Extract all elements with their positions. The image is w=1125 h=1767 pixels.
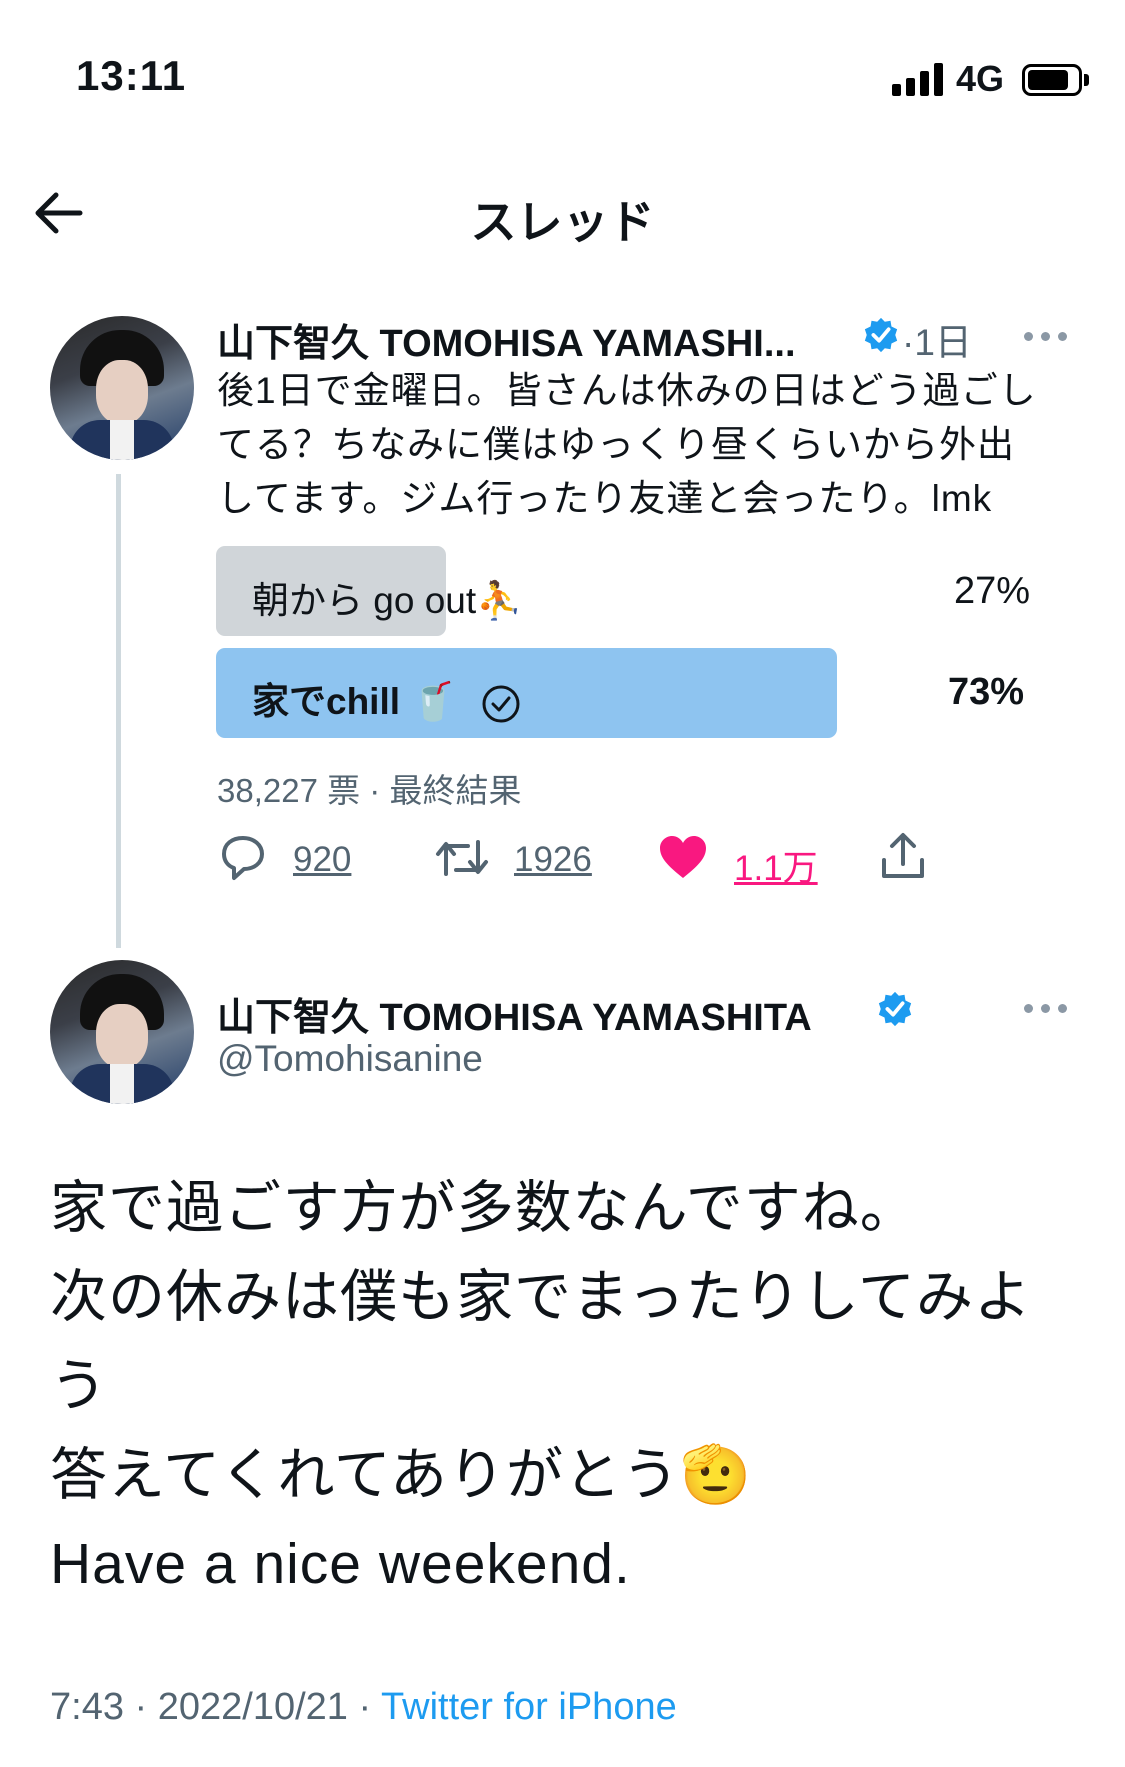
battery-icon bbox=[1022, 64, 1082, 96]
network-label: 4G bbox=[956, 58, 1005, 99]
tweet-text-line: 後1日で金曜日。皆さんは休みの日はどう過ごし bbox=[217, 370, 1037, 411]
author-name[interactable]: 山下智久 TOMOHISA YAMASHI... bbox=[217, 312, 796, 367]
tweet-text: 後1日で金曜日。皆さんは休みの日はどう過ごし てる？ちなみに僕はゆっくり昼くらい… bbox=[217, 364, 1067, 526]
retweet-count[interactable]: 1926 bbox=[514, 840, 592, 880]
avatar[interactable] bbox=[50, 960, 194, 1104]
poll-option-percent-winner: 73% bbox=[948, 671, 1025, 713]
tweet-body-line: Have a nice weekend. bbox=[50, 1532, 631, 1596]
page-title: スレッド bbox=[470, 196, 655, 248]
author-name[interactable]: 山下智久 TOMOHISA YAMASHITA bbox=[217, 986, 812, 1041]
poll-meta-separator: · bbox=[369, 772, 381, 809]
tweet-time: 7:43 bbox=[50, 1686, 124, 1728]
poll-option-percent: 27% bbox=[954, 570, 1031, 612]
drink-emoji: 🥤 bbox=[410, 681, 457, 722]
tweet-text-line: てる？ちなみに僕はゆっくり昼くらいから外出 bbox=[217, 424, 1015, 465]
poll-option-text: 家でchill bbox=[252, 681, 401, 722]
thread-screen: 13:11 4G スレッド 山下智久 TOMOHISA YAMASHI... ·… bbox=[0, 0, 1125, 1767]
meta-separator: · bbox=[134, 1686, 148, 1728]
avatar[interactable] bbox=[50, 316, 194, 460]
poll-meta: 38,227 票 · 最終結果 bbox=[217, 764, 521, 812]
check-circle-icon bbox=[482, 685, 520, 723]
signal-icon bbox=[892, 62, 946, 96]
tweet-body-line: 家で過ごす方が多数なんですね。 bbox=[50, 1176, 918, 1240]
verified-badge-icon bbox=[878, 991, 912, 1027]
tweet-body: 家で過ごす方が多数なんですね。 次の休みは僕も家でまったりしてみよ う 答えてく… bbox=[50, 1164, 1080, 1609]
tweet-age[interactable]: ·1日 bbox=[902, 312, 972, 366]
tweet-source-link[interactable]: Twitter for iPhone bbox=[381, 1686, 677, 1728]
time-separator: · bbox=[902, 322, 915, 363]
poll-option-label: 朝から go out⛹ bbox=[252, 570, 522, 624]
retweet-icon[interactable] bbox=[434, 836, 490, 880]
like-count[interactable]: 1.1万 bbox=[734, 840, 818, 891]
verified-badge-icon bbox=[864, 317, 898, 353]
heart-icon[interactable] bbox=[658, 834, 708, 880]
thread-connector-line bbox=[116, 474, 121, 948]
time-label: 1日 bbox=[914, 322, 972, 363]
poll-option-text: 朝から go out bbox=[252, 580, 477, 621]
share-icon[interactable] bbox=[878, 832, 928, 882]
tweet-body-line: 答えてくれてありがとう🫡 bbox=[50, 1443, 752, 1507]
reply-icon[interactable] bbox=[218, 834, 268, 882]
status-time: 13:11 bbox=[76, 52, 187, 99]
battery-tip bbox=[1084, 74, 1089, 86]
poll-votes: 38,227 票 bbox=[217, 772, 361, 809]
more-icon[interactable] bbox=[1022, 998, 1072, 1018]
meta-separator: · bbox=[358, 1686, 372, 1728]
tweet-body-line: 次の休みは僕も家でまったりしてみよ bbox=[50, 1265, 1033, 1329]
poll-option-label-winner: 家でchill 🥤 bbox=[252, 671, 521, 725]
tweet-date: 2022/10/21 bbox=[157, 1686, 348, 1728]
more-icon[interactable] bbox=[1022, 326, 1072, 346]
poll-status: 最終結果 bbox=[389, 772, 522, 809]
basketball-emoji: ⛹ bbox=[476, 580, 523, 621]
reply-count[interactable]: 920 bbox=[293, 840, 351, 880]
tweet-body-line: う bbox=[50, 1354, 108, 1418]
tweet-meta: 7:43 · 2022/10/21 · Twitter for iPhone bbox=[50, 1686, 677, 1729]
tweet-text-line: してます。ジム行ったり友達と会ったり。lmk bbox=[217, 478, 993, 519]
author-handle[interactable]: @Tomohisanine bbox=[217, 1038, 483, 1080]
